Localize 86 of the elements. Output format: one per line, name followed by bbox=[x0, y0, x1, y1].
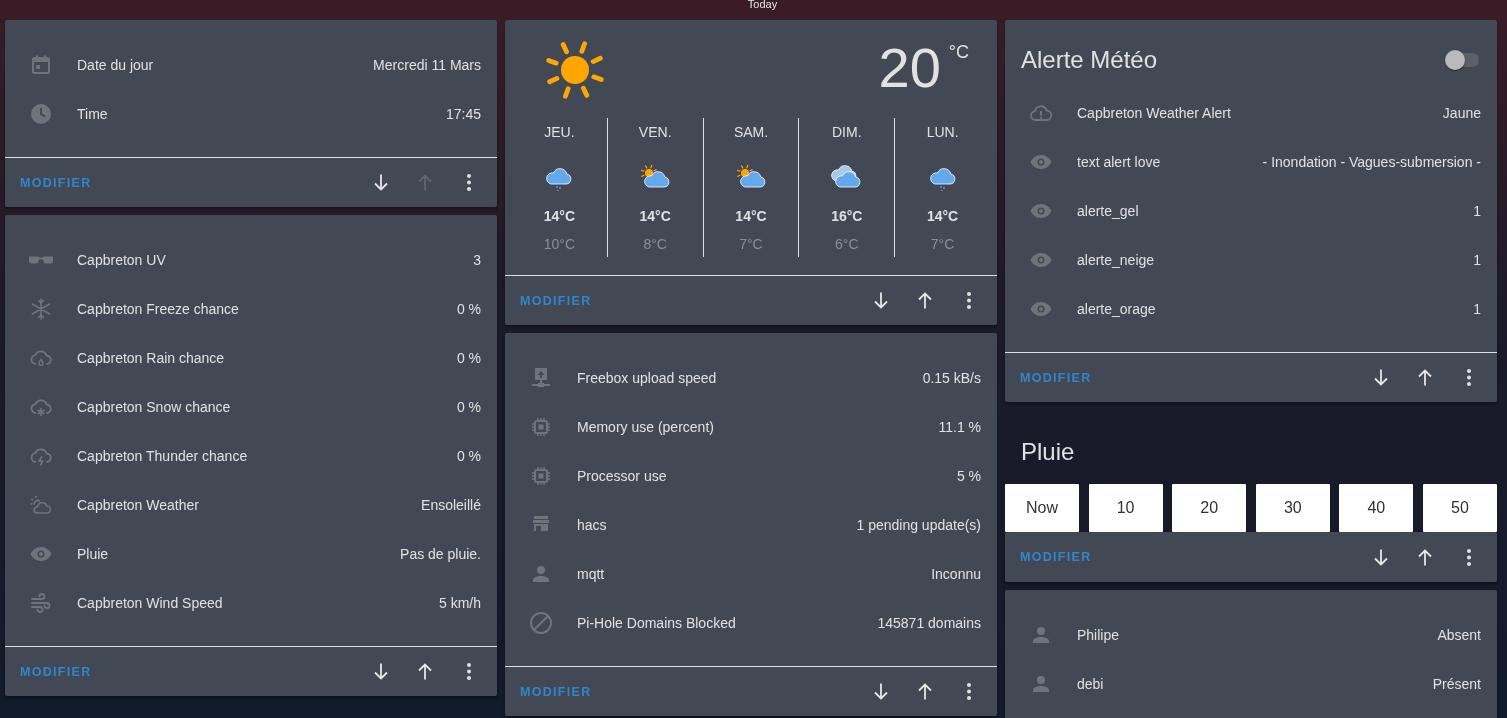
entity-name: Capbreton Weather bbox=[77, 496, 200, 513]
forecast-high: 14°C bbox=[735, 207, 767, 225]
forecast-low: 6°C bbox=[835, 235, 859, 253]
time-button[interactable]: 40 bbox=[1339, 484, 1414, 532]
entity-state: 5 % bbox=[956, 467, 981, 484]
clock-icon bbox=[29, 101, 53, 126]
entity-name: Date du jour bbox=[77, 56, 155, 73]
entity-name: hacs bbox=[577, 516, 608, 533]
entity-name: Capbreton Weather Alert bbox=[1077, 104, 1232, 121]
entity-state: 5 km/h bbox=[439, 594, 481, 611]
entity-name: Memory use (percent) bbox=[577, 418, 715, 435]
forecast-day: VEN. bbox=[638, 123, 672, 141]
entity-name: Capbreton Rain chance bbox=[77, 349, 226, 366]
forecast-low: 7°C bbox=[930, 235, 955, 253]
entity-state: 0 % bbox=[456, 398, 481, 415]
upload-network-icon bbox=[529, 365, 553, 390]
entity-state: Absent bbox=[1437, 626, 1481, 643]
entity-name: Time bbox=[77, 105, 109, 122]
entity-state: Pas de pluie. bbox=[400, 545, 481, 562]
entity-state: 145871 domains bbox=[877, 614, 981, 631]
entity-name: Capbreton UV bbox=[77, 251, 167, 268]
entity-state: Jaune bbox=[1442, 104, 1481, 121]
time-button[interactable]: 20 bbox=[1172, 484, 1247, 532]
entity-state: 11.1 % bbox=[938, 418, 981, 435]
sunglasses-icon bbox=[29, 255, 53, 264]
entity-state: Ensoleillé bbox=[421, 496, 481, 513]
menu-icon bbox=[467, 174, 471, 191]
entity-name: mqtt bbox=[577, 565, 606, 582]
entity-name: Capbreton Freeze chance bbox=[77, 300, 240, 317]
block-icon bbox=[529, 610, 553, 635]
forecast-high: 14°C bbox=[926, 207, 959, 225]
entity-name: text alert love bbox=[1077, 153, 1162, 170]
entity-state: 0.15 kB/s bbox=[922, 369, 981, 386]
entity-state: 1 bbox=[1473, 300, 1481, 317]
header-title: Today bbox=[747, 0, 778, 10]
entity-state: 1 pending update(s) bbox=[856, 516, 981, 533]
menu-icon bbox=[967, 683, 971, 700]
entity-name: Capbreton Thunder chance bbox=[77, 447, 249, 464]
entity-state: 17:45 bbox=[445, 105, 481, 122]
card-title: Alerte Météo bbox=[1021, 45, 1158, 75]
forecast-low: 10°C bbox=[543, 235, 576, 253]
forecast-high: 16°C bbox=[831, 207, 863, 225]
entity-name: Capbreton Snow chance bbox=[77, 398, 232, 415]
entity-state: - Inondation - Vagues-submersion - bbox=[1262, 153, 1481, 170]
wind-icon bbox=[29, 590, 53, 615]
forecast-high: 14°C bbox=[543, 207, 576, 225]
forecast-day: JEU. bbox=[544, 123, 575, 141]
forecast-day: DIM. bbox=[832, 123, 862, 141]
menu-icon bbox=[1467, 548, 1471, 566]
menu-icon bbox=[1467, 369, 1471, 386]
entity-state: 1 bbox=[1473, 251, 1481, 268]
temperature: 20 bbox=[878, 38, 941, 98]
entity-name: alerte_neige bbox=[1077, 251, 1156, 268]
entity-name: Pi-Hole Domains Blocked bbox=[577, 614, 737, 631]
entity-state: Mercredi 11 Mars bbox=[373, 56, 481, 73]
time-button[interactable]: 10 bbox=[1088, 484, 1163, 532]
card-title: Pluie bbox=[1021, 437, 1076, 467]
sun-icon bbox=[543, 38, 607, 102]
entity-name: Philipe bbox=[1077, 626, 1121, 643]
menu-icon bbox=[967, 292, 971, 309]
entity-state: 3 bbox=[473, 251, 481, 268]
snowflake-icon bbox=[29, 296, 53, 321]
forecast-day: SAM. bbox=[733, 123, 769, 141]
entity-name: Capbreton Wind Speed bbox=[77, 594, 224, 611]
entity-state: 1 bbox=[1473, 202, 1481, 219]
time-button[interactable]: 30 bbox=[1255, 484, 1330, 532]
entity-state: Inconnu bbox=[931, 565, 981, 582]
menu-icon bbox=[467, 663, 471, 680]
entity-name: alerte_gel bbox=[1077, 202, 1140, 219]
temperature-unit: °C bbox=[948, 42, 969, 62]
entity-name: Pluie bbox=[77, 545, 110, 562]
toggle-switch[interactable] bbox=[1445, 50, 1481, 70]
entity-name: Freebox upload speed bbox=[577, 369, 718, 386]
time-button[interactable]: 50 bbox=[1422, 484, 1497, 532]
entity-state: 0 % bbox=[456, 447, 481, 464]
entity-name: debi bbox=[1077, 675, 1105, 692]
forecast-high: 14°C bbox=[639, 207, 671, 225]
entity-state: 0 % bbox=[456, 300, 481, 317]
forecast-day: LUN. bbox=[926, 123, 959, 141]
entity-name: alerte_orage bbox=[1077, 300, 1157, 317]
entity-state: 0 % bbox=[456, 349, 481, 366]
time-button[interactable]: Now bbox=[1005, 484, 1079, 532]
forecast-low: 7°C bbox=[739, 235, 763, 253]
entity-state: Présent bbox=[1432, 675, 1481, 692]
forecast-low: 8°C bbox=[643, 235, 667, 253]
entity-name: Processor use bbox=[577, 467, 668, 484]
